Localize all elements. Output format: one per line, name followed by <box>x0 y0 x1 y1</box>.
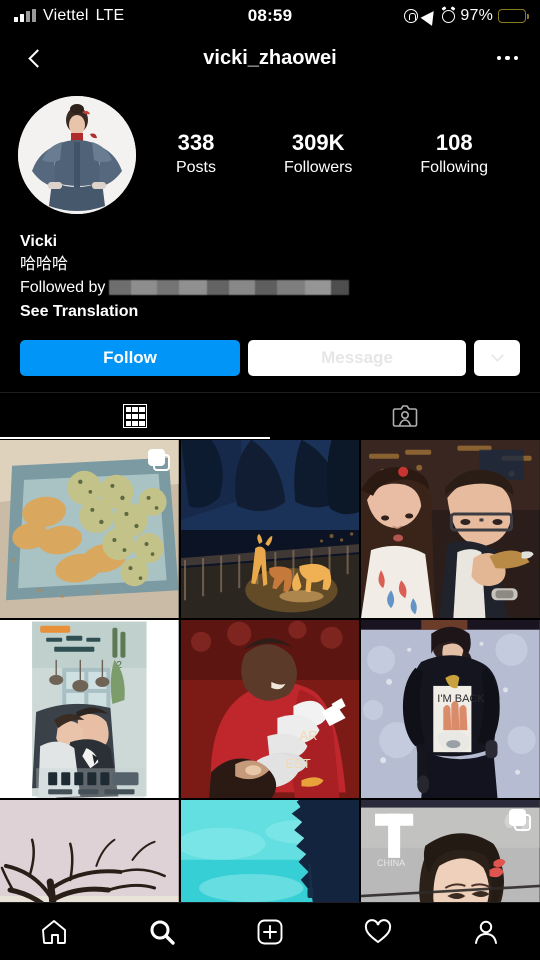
profile-header: 338 Posts 309K Followers 108 Following <box>0 84 540 214</box>
alarm-clock-icon <box>442 9 456 23</box>
carousel-indicator-icon <box>509 809 531 832</box>
back-button[interactable] <box>20 41 54 75</box>
status-bar-clock: 08:59 <box>247 6 293 25</box>
svg-text:EST: EST <box>285 757 310 772</box>
bio-section: Vicki 哈哈哈 Followed by See Translation <box>0 214 540 324</box>
stat-following[interactable]: 108 Following <box>420 130 488 180</box>
tab-grid[interactable] <box>0 393 270 440</box>
nav-search[interactable] <box>108 918 216 946</box>
profile-tabs <box>0 392 540 440</box>
activity-heart-icon <box>364 918 392 946</box>
followers-count: 309K <box>291 129 345 155</box>
page-title: vicki_zhaowei <box>203 46 337 69</box>
post-stage-performer[interactable]: I'M BACK <box>361 620 540 799</box>
carrier-name: Viettel <box>43 7 89 24</box>
profile-stats: 338 Posts 309K Followers 108 Following <box>136 130 522 180</box>
stat-followers[interactable]: 309K Followers <box>284 130 352 180</box>
post-teal-sky[interactable] <box>180 800 360 902</box>
bottom-navigation <box>0 902 540 960</box>
add-post-icon <box>256 918 284 946</box>
status-bar-left: Viettel LTE <box>14 7 248 25</box>
post-food-plate[interactable] <box>0 440 179 619</box>
nav-add-post[interactable] <box>216 918 324 946</box>
display-name: Vicki <box>20 233 58 250</box>
nav-header: vicki_zhaowei <box>0 32 540 84</box>
followed-by-label: Followed by <box>20 279 106 297</box>
post-bare-tree[interactable] <box>0 800 179 902</box>
tagged-photos-icon <box>392 403 418 429</box>
battery-percent: 97% <box>460 7 494 24</box>
more-options-icon <box>496 55 501 61</box>
bio-text: 哈哈哈 <box>20 256 69 274</box>
tab-tagged[interactable] <box>270 393 540 439</box>
status-bar-right: 97% <box>292 6 530 26</box>
following-label: Following <box>420 159 488 177</box>
more-options-button[interactable] <box>495 46 521 71</box>
status-bar: Viettel LTE 08:59 97% <box>0 0 540 32</box>
nav-activity[interactable] <box>324 918 432 946</box>
post-couple-selfie[interactable] <box>361 440 540 619</box>
following-count: 108 <box>435 129 473 155</box>
carousel-indicator-icon <box>147 449 170 472</box>
home-icon <box>40 918 68 946</box>
grid-icon <box>123 404 147 429</box>
followed-by-row[interactable]: Followed by <box>20 276 520 299</box>
rotation-lock-icon <box>404 9 419 23</box>
action-buttons: Follow Message <box>0 324 540 377</box>
followers-label: Followers <box>283 159 353 177</box>
chevron-down-icon <box>490 349 504 362</box>
avatar[interactable] <box>18 96 136 214</box>
post-basketball-player[interactable]: AR EST <box>180 620 360 799</box>
more-actions-dropdown-button[interactable] <box>474 340 520 377</box>
profile-person-icon <box>472 918 500 946</box>
location-arrow-icon <box>420 6 440 26</box>
message-button[interactable]: Message <box>248 340 466 377</box>
search-icon <box>148 918 176 946</box>
network-type: LTE <box>95 7 125 24</box>
posts-label: Posts <box>175 159 216 177</box>
svg-text:CHINA: CHINA <box>377 858 405 868</box>
instagram-profile-screen: Viettel LTE 08:59 97% vicki_zhaowei 338 … <box>0 0 540 960</box>
nav-profile[interactable] <box>432 918 540 946</box>
signal-bars-icon <box>14 9 36 22</box>
post-drama-poster[interactable]: 2 <box>0 620 179 799</box>
followed-by-names-redacted <box>109 280 350 296</box>
nav-home[interactable] <box>0 918 108 946</box>
chevron-left-icon <box>27 48 47 68</box>
stat-posts[interactable]: 338 Posts <box>176 130 216 180</box>
battery-icon <box>498 9 530 23</box>
post-grid: 2 AR EST I'M BACK CHINA <box>0 440 540 902</box>
svg-text:I'M BACK: I'M BACK <box>438 693 486 705</box>
post-portrait-watermark[interactable]: CHINA <box>361 800 540 902</box>
post-deer-at-night[interactable] <box>180 440 360 619</box>
svg-text:AR: AR <box>299 728 317 743</box>
follow-button[interactable]: Follow <box>20 340 240 377</box>
posts-count: 338 <box>177 129 215 155</box>
see-translation-link[interactable]: See Translation <box>20 300 520 325</box>
